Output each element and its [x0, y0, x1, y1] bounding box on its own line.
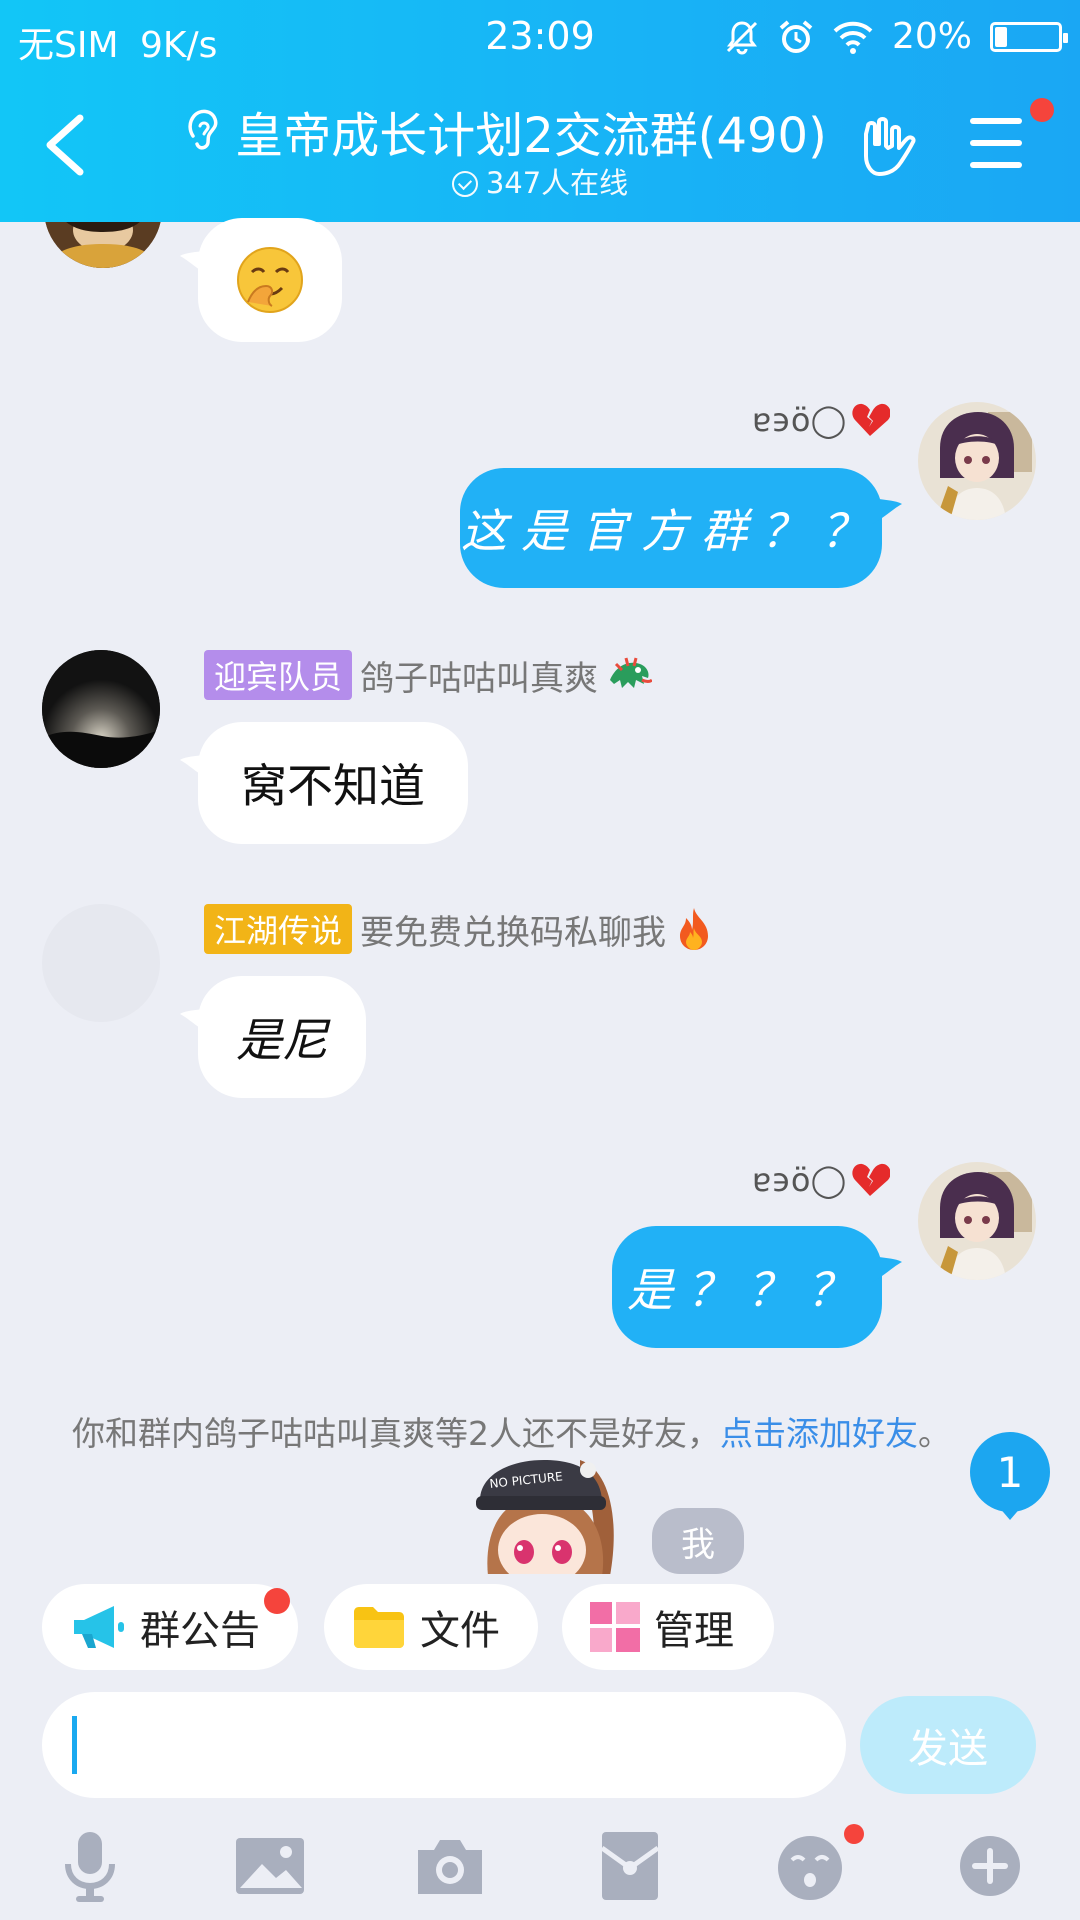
unread-count-badge[interactable]: 1 [970, 1432, 1050, 1512]
fire-emoji [680, 908, 709, 950]
broken-heart-emoji [852, 403, 891, 436]
camera-icon[interactable] [412, 1828, 488, 1904]
notice-suffix: 。 [918, 1414, 951, 1453]
bubble-tail [180, 754, 210, 780]
bubble-tail [872, 1256, 902, 1282]
message-bubble[interactable]: 窝不知道 [198, 722, 468, 844]
battery-fill [995, 26, 1008, 47]
bubble-tail [872, 498, 902, 524]
announcement-button[interactable]: 群公告 [42, 1584, 298, 1670]
menu-notification-dot [1030, 98, 1054, 122]
manage-button[interactable]: 管理 [562, 1584, 774, 1670]
sender-nickname: ɐ϶ö◯ [752, 401, 847, 439]
send-button[interactable]: 发送 [860, 1696, 1036, 1794]
anime-girl-avatar [918, 402, 1036, 520]
microphone-icon[interactable] [52, 1828, 128, 1904]
mouth-covered-smile-emoji [237, 247, 303, 313]
message-bubble[interactable]: 是尼 [198, 976, 366, 1098]
avatar[interactable] [42, 904, 160, 1022]
member-title-badge: 江湖传说 [204, 904, 353, 954]
my-avatar[interactable] [918, 1162, 1036, 1280]
sender-name: ɐ϶ö◯ [752, 1160, 891, 1200]
sender-nickname[interactable]: 要免费兑换码私聊我 [360, 905, 666, 954]
manage-label: 管理 [654, 1608, 734, 1654]
broken-heart-emoji [852, 1163, 891, 1196]
check-circle-icon [451, 171, 478, 197]
status-right: 20% [724, 16, 1068, 57]
menu-line [970, 140, 1022, 146]
announcement-notification-dot [264, 1588, 290, 1614]
quick-actions-bar: 群公告 文件 管理 [0, 1574, 1080, 1680]
sender-nickname[interactable]: 鸽子咕咕叫真爽 [360, 651, 598, 700]
status-bar: 无SIM 9K/s 23:09 20% [0, 0, 1080, 75]
message-bubble[interactable] [198, 218, 342, 342]
group-title: 皇帝成长计划2交流群(490) [235, 108, 827, 164]
plus-icon[interactable] [952, 1828, 1028, 1904]
online-text: 347人在线 [485, 166, 629, 200]
grid-icon [590, 1602, 640, 1652]
chat-header: 无SIM 9K/s 23:09 20% 皇帝成长计划2交流群(490) 347人… [0, 0, 1080, 222]
add-friend-link[interactable]: 点击添加好友 [720, 1414, 918, 1453]
battery-percent: 20% [891, 16, 972, 57]
image-icon[interactable] [232, 1828, 308, 1904]
files-label: 文件 [420, 1608, 500, 1654]
ear-icon [188, 109, 218, 150]
wifi-icon [833, 21, 873, 54]
menu-line [970, 118, 1022, 124]
menu-line [970, 162, 1022, 168]
rock-hand-gesture-icon[interactable] [858, 112, 922, 178]
message-bubble[interactable]: 是？？？ [612, 1226, 882, 1348]
title-row[interactable]: 皇帝成长计划2交流群(490) [150, 96, 860, 166]
bubble-tail [180, 250, 210, 276]
sticker-girl-illustration: NO PICTURE [476, 1460, 614, 1576]
bubble-tail [180, 1008, 210, 1034]
message-input[interactable] [42, 1692, 846, 1798]
unread-badge-tail [998, 1506, 1022, 1520]
night-landscape-avatar [42, 650, 160, 768]
sender-name: ɐ϶ö◯ [752, 400, 891, 440]
me-tag[interactable]: 我 [652, 1508, 744, 1574]
megaphone-icon [74, 1606, 124, 1648]
avatar[interactable] [42, 650, 160, 768]
member-title-badge: 迎宾队员 [204, 650, 353, 700]
red-envelope-icon[interactable] [592, 1828, 668, 1904]
sender-nickname: ɐ϶ö◯ [752, 1161, 847, 1199]
emoji-notification-dot [844, 1824, 864, 1844]
anime-girl-avatar [918, 1162, 1036, 1280]
sender-info: 迎宾队员 鸽子咕咕叫真爽 [204, 650, 653, 700]
menu-icon[interactable] [970, 118, 1022, 170]
my-avatar[interactable] [918, 402, 1036, 520]
dragon-emoji [610, 657, 653, 688]
folder-icon [354, 1607, 404, 1648]
alarm-icon [779, 19, 813, 53]
bottom-toolbar [0, 1810, 1080, 1920]
battery-icon [990, 21, 1068, 52]
announcement-label: 群公告 [140, 1608, 260, 1654]
sender-info: 江湖传说 要免费兑换码私聊我 [204, 904, 714, 954]
message-bubble[interactable]: 这是官方群？？ [460, 468, 882, 588]
mute-bell-icon [726, 20, 758, 54]
emoji-icon[interactable] [772, 1828, 848, 1904]
files-button[interactable]: 文件 [324, 1584, 538, 1670]
text-caret [72, 1716, 77, 1774]
